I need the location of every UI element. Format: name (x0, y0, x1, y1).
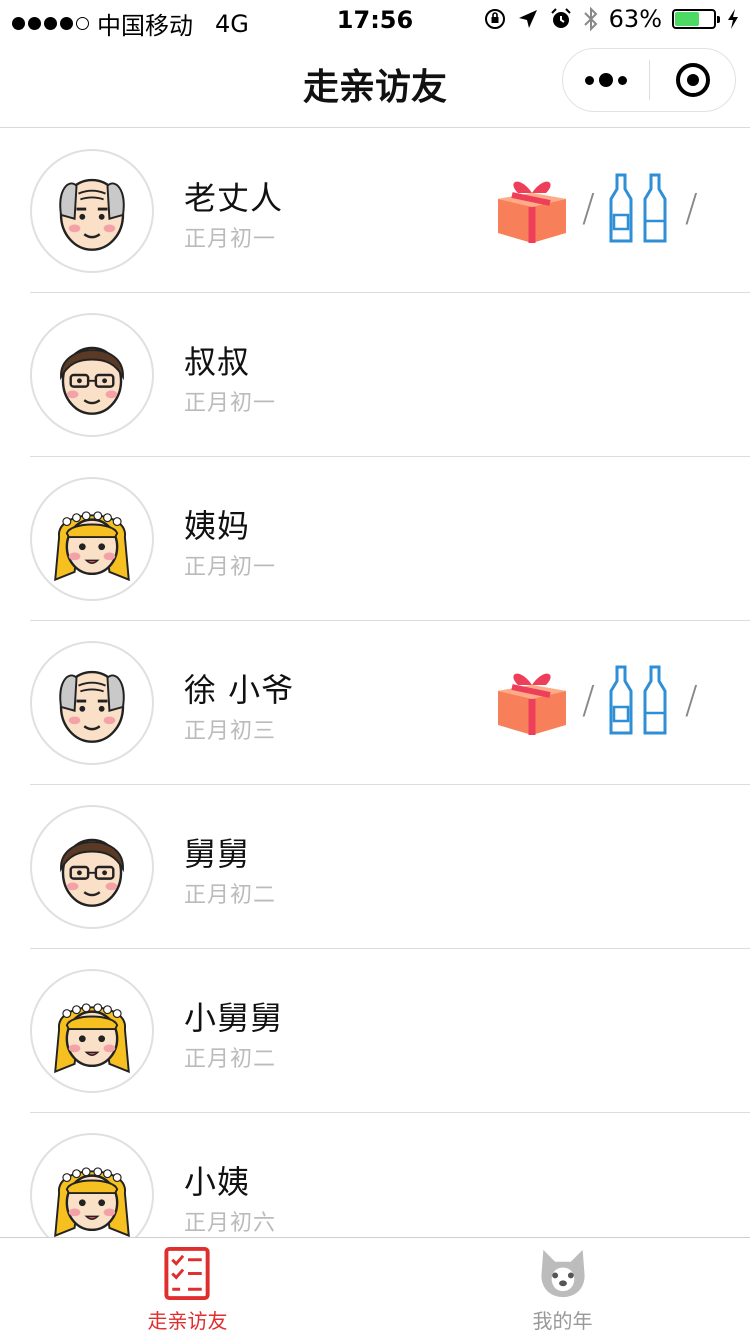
tab-my-year-label: 我的年 (532, 1309, 593, 1333)
list-item[interactable]: 徐 小爷 正月初三 / / (0, 621, 750, 785)
bottles-icon (605, 171, 675, 245)
battery-percent: 63% (608, 5, 662, 33)
gift-record: / / (492, 663, 708, 737)
list-item[interactable]: 小姨 正月初六 (0, 1113, 750, 1237)
dog-face-icon (540, 1249, 585, 1298)
gift-separator: / (582, 678, 595, 722)
gift-record: / / (492, 171, 708, 245)
relative-name: 小舅舅 (184, 999, 284, 1037)
charging-bolt-icon (728, 9, 738, 29)
list-item[interactable]: 叔叔 正月初一 (0, 293, 750, 457)
relative-name: 叔叔 (184, 343, 251, 381)
bottles-icon (605, 663, 675, 737)
visit-date: 正月初三 (184, 719, 277, 744)
gift-separator: / (684, 186, 698, 230)
list-item[interactable]: 老丈人 正月初一 / / (0, 129, 750, 293)
gift-box-icon (492, 171, 572, 245)
old-man-icon (30, 149, 154, 273)
status-right: 63% (483, 5, 740, 33)
visit-date: 正月初二 (184, 1047, 277, 1072)
tab-visits[interactable]: 走亲访友 (0, 1238, 375, 1334)
battery-icon (672, 9, 720, 29)
checklist-icon (163, 1246, 210, 1301)
relative-name: 姨妈 (184, 507, 251, 545)
relatives-list: 老丈人 正月初一 / / 叔叔 正月初一 姨妈 正月初一徐 小爷 正月初三 / / 舅舅 正月初二 小舅舅… (0, 129, 750, 1237)
list-item[interactable]: 姨妈 正月初一 (0, 457, 750, 621)
list-item[interactable]: 小舅舅 正月初二 (0, 949, 750, 1113)
relative-name: 舅舅 (184, 835, 251, 873)
close-miniprogram-button[interactable] (650, 49, 735, 111)
visit-date: 正月初一 (184, 391, 277, 416)
relative-name: 小姨 (184, 1163, 251, 1201)
visit-date: 正月初一 (184, 227, 277, 252)
visit-date: 正月初二 (184, 883, 277, 908)
girl-flower-crown-icon (30, 969, 154, 1093)
list-item[interactable]: 舅舅 正月初二 (0, 785, 750, 949)
target-circle-icon (675, 63, 710, 97)
tab-visits-label: 走亲访友 (147, 1309, 228, 1333)
gift-separator: / (582, 186, 595, 230)
navigation-bar: 走亲访友 (0, 40, 750, 128)
relative-name: 老丈人 (184, 179, 284, 217)
rotation-lock-icon (484, 9, 505, 29)
gift-box-icon (492, 663, 572, 737)
old-man-icon (30, 641, 154, 765)
location-arrow-icon (518, 10, 537, 28)
bluetooth-icon (583, 6, 598, 32)
status-bar: 中国移动 4G 17:56 63% (0, 0, 750, 40)
miniprogram-capsule (562, 48, 736, 112)
girl-flower-crown-icon (30, 477, 154, 601)
visit-date: 正月初六 (184, 1211, 277, 1236)
tab-my-year[interactable]: 我的年 (375, 1238, 750, 1334)
man-glasses-icon (30, 313, 154, 437)
more-menu-button[interactable] (563, 49, 649, 111)
tab-bar: 走亲访友 我的年 (0, 1237, 750, 1334)
girl-flower-crown-icon (30, 1133, 154, 1237)
gift-separator: / (684, 678, 698, 722)
visit-date: 正月初一 (184, 555, 277, 580)
relative-name: 徐 小爷 (184, 671, 295, 709)
man-glasses-icon (30, 805, 154, 929)
alarm-clock-icon (550, 8, 571, 28)
